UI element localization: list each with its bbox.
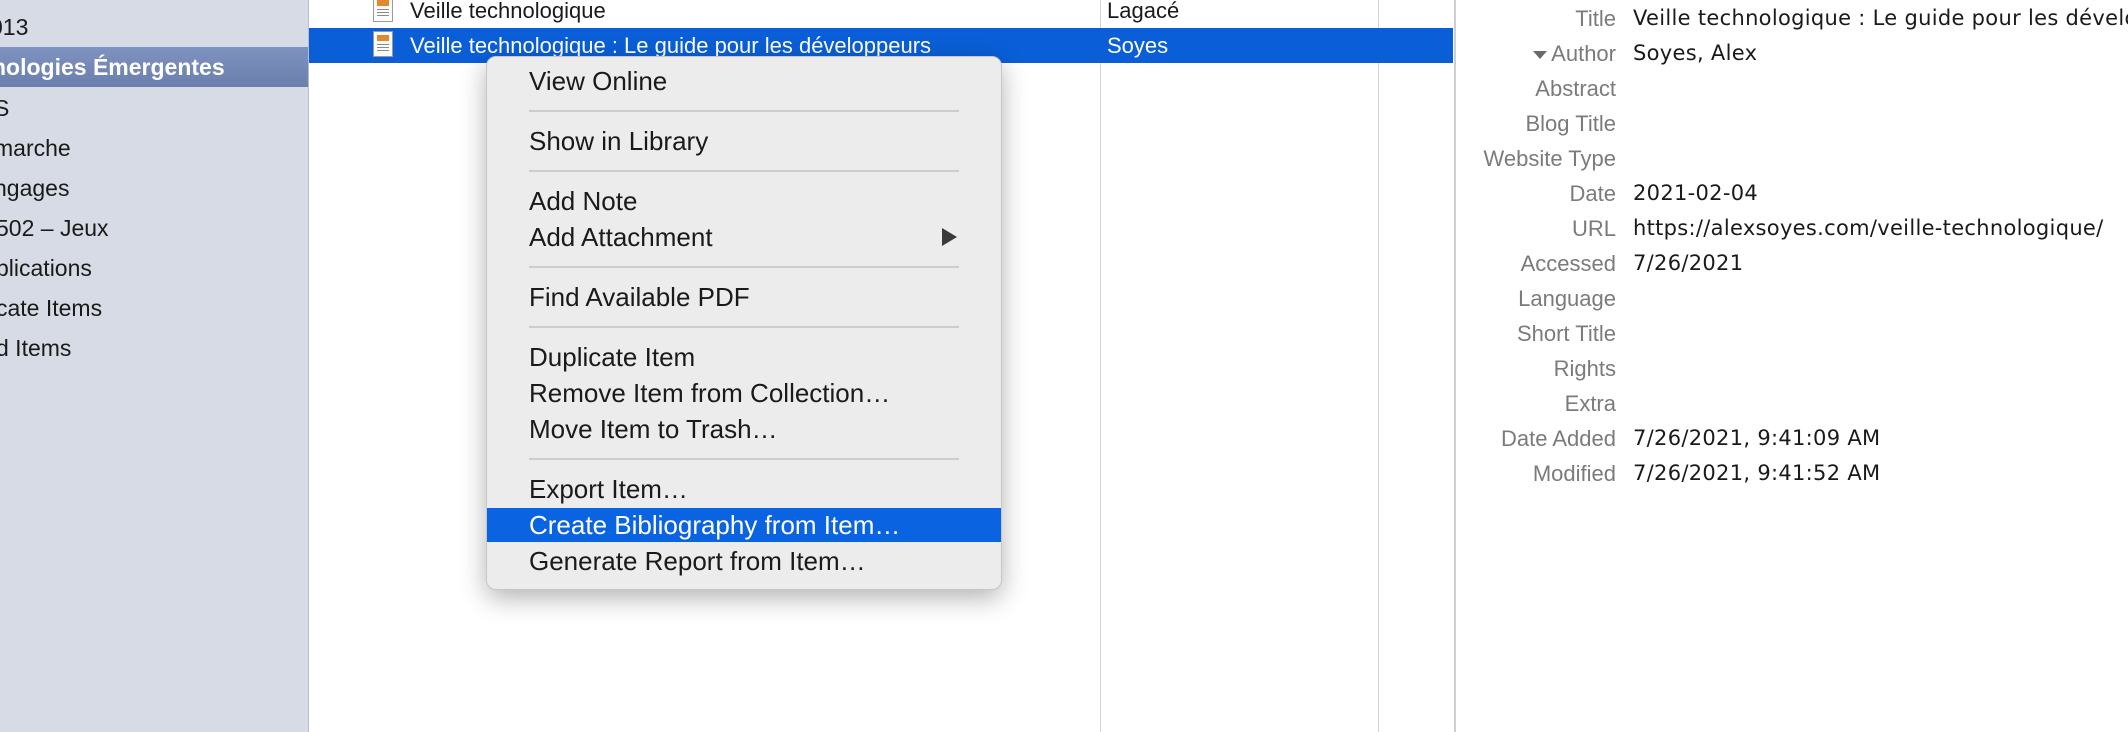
- sidebar-item-label: 502 – Jeux: [0, 215, 109, 241]
- sidebar-item-label: 013: [0, 14, 29, 40]
- disclosure-triangle-icon[interactable]: [1533, 51, 1548, 60]
- menu-item-view-online[interactable]: View Online: [487, 64, 1001, 98]
- document-icon: [373, 31, 393, 57]
- field-label: Accessed: [1520, 251, 1616, 276]
- field-url: URL https://alexsoyes.com/veille-technol…: [1456, 211, 2128, 246]
- field-label: Title: [1575, 6, 1616, 31]
- field-modified: Modified 7/26/2021, 9:41:52 AM: [1456, 456, 2128, 491]
- sidebar-item-label: ngages: [0, 175, 70, 201]
- field-rights: Rights: [1456, 351, 2128, 386]
- field-abstract: Abstract: [1456, 71, 2128, 106]
- item-context-menu: View Online Show in Library Add Note Add…: [486, 56, 1002, 590]
- field-date: Date 2021-02-04: [1456, 176, 2128, 211]
- document-icon: [373, 0, 393, 22]
- field-label: Author: [1551, 41, 1616, 66]
- sidebar-item-duplicate-items[interactable]: cate Items: [0, 288, 308, 328]
- menu-separator: [529, 326, 959, 328]
- field-label-wrapper: Author: [1533, 36, 1616, 71]
- menu-item-generate-report[interactable]: Generate Report from Item…: [487, 544, 1001, 578]
- field-label: Date: [1569, 181, 1616, 206]
- field-label: Blog Title: [1525, 111, 1617, 136]
- collections-sidebar: 013 nologies Émergentes S marche ngages …: [0, 0, 309, 732]
- field-accessed: Accessed 7/26/2021: [1456, 246, 2128, 281]
- sidebar-item-label: marche: [0, 135, 71, 161]
- menu-item-duplicate-item[interactable]: Duplicate Item: [487, 340, 1001, 374]
- menu-separator: [529, 170, 959, 172]
- field-label: Website Type: [1483, 146, 1616, 171]
- field-value[interactable]: 7/26/2021: [1633, 246, 1743, 281]
- field-website-type: Website Type: [1456, 141, 2128, 176]
- field-language: Language: [1456, 281, 2128, 316]
- menu-item-label: Generate Report from Item…: [529, 546, 866, 576]
- menu-item-label: Duplicate Item: [529, 342, 696, 372]
- field-value[interactable]: Veille technologique : Le guide pour les…: [1633, 1, 2128, 36]
- menu-separator: [529, 266, 959, 268]
- field-label: Abstract: [1535, 76, 1616, 101]
- column-separator: [1378, 0, 1379, 732]
- field-label: URL: [1571, 216, 1616, 241]
- field-label: Language: [1518, 286, 1616, 311]
- field-extra: Extra: [1456, 386, 2128, 421]
- menu-item-create-bibliography[interactable]: Create Bibliography from Item…: [487, 508, 1001, 542]
- menu-item-label: View Online: [529, 66, 668, 96]
- item-title: Veille technologique: [410, 0, 606, 23]
- sidebar-item-label: nologies Émergentes: [0, 54, 225, 80]
- field-label: Short Title: [1516, 321, 1616, 346]
- field-value[interactable]: Soyes, Alex: [1633, 36, 1757, 71]
- item-creator: Soyes: [1107, 33, 1169, 58]
- field-label: Date Added: [1501, 426, 1616, 451]
- menu-separator: [529, 458, 959, 460]
- menu-item-label: Create Bibliography from Item…: [529, 510, 901, 540]
- menu-item-label: Find Available PDF: [529, 282, 750, 312]
- sidebar-item-my-publications[interactable]: blications: [0, 248, 308, 288]
- sidebar-item-collection-6[interactable]: 502 – Jeux: [0, 208, 308, 248]
- menu-item-label: Show in Library: [529, 126, 709, 156]
- menu-separator: [529, 110, 959, 112]
- sidebar-item-technologies-emergentes[interactable]: nologies Émergentes: [0, 47, 308, 87]
- menu-item-label: Add Note: [529, 186, 638, 216]
- field-short-title: Short Title: [1456, 316, 2128, 351]
- sidebar-item-label: cate Items: [0, 295, 103, 321]
- field-title: Title Veille technologique : Le guide po…: [1456, 1, 2128, 36]
- field-blog-title: Blog Title: [1456, 106, 2128, 141]
- submenu-arrow-icon: [942, 228, 957, 246]
- field-value[interactable]: 2021-02-04: [1633, 176, 1758, 211]
- menu-item-remove-from-collection[interactable]: Remove Item from Collection…: [487, 376, 1001, 410]
- table-row[interactable]: Veille technologique Lagacé: [309, 0, 1453, 28]
- field-date-added: Date Added 7/26/2021, 9:41:09 AM: [1456, 421, 2128, 456]
- menu-item-find-available-pdf[interactable]: Find Available PDF: [487, 280, 1001, 314]
- item-info-pane: Title Veille technologique : Le guide po…: [1454, 0, 2128, 732]
- sidebar-item-collection-1[interactable]: 013: [0, 7, 308, 47]
- menu-item-add-attachment[interactable]: Add Attachment: [487, 220, 1001, 254]
- sidebar-item-label: S: [0, 88, 9, 128]
- field-label: Rights: [1553, 356, 1616, 381]
- menu-item-label: Move Item to Trash…: [529, 414, 778, 444]
- sidebar-item-label: blications: [0, 255, 92, 281]
- sidebar-item-collection-3[interactable]: S: [0, 88, 308, 128]
- field-value: 7/26/2021, 9:41:09 AM: [1633, 426, 1881, 450]
- field-value: 7/26/2021, 9:41:52 AM: [1633, 461, 1881, 485]
- menu-item-label: Add Attachment: [529, 222, 713, 252]
- menu-item-move-to-trash[interactable]: Move Item to Trash…: [487, 412, 1001, 446]
- sidebar-item-collection-5[interactable]: ngages: [0, 168, 308, 208]
- item-creator: Lagacé: [1107, 0, 1180, 23]
- menu-item-label: Export Item…: [529, 474, 688, 504]
- field-label: Extra: [1564, 391, 1616, 416]
- sidebar-item-unfiled-items[interactable]: d Items: [0, 328, 308, 368]
- field-author: Author Soyes, Alex: [1456, 36, 2128, 71]
- field-label: Modified: [1532, 461, 1616, 486]
- column-separator: [1100, 0, 1101, 732]
- menu-item-label: Remove Item from Collection…: [529, 378, 891, 408]
- menu-item-show-in-library[interactable]: Show in Library: [487, 124, 1001, 158]
- menu-item-add-note[interactable]: Add Note: [487, 184, 1001, 218]
- menu-item-export-item[interactable]: Export Item…: [487, 472, 1001, 506]
- field-value[interactable]: https://alexsoyes.com/veille-technologiq…: [1633, 211, 2104, 246]
- sidebar-item-label: d Items: [0, 335, 72, 361]
- sidebar-item-collection-4[interactable]: marche: [0, 128, 308, 168]
